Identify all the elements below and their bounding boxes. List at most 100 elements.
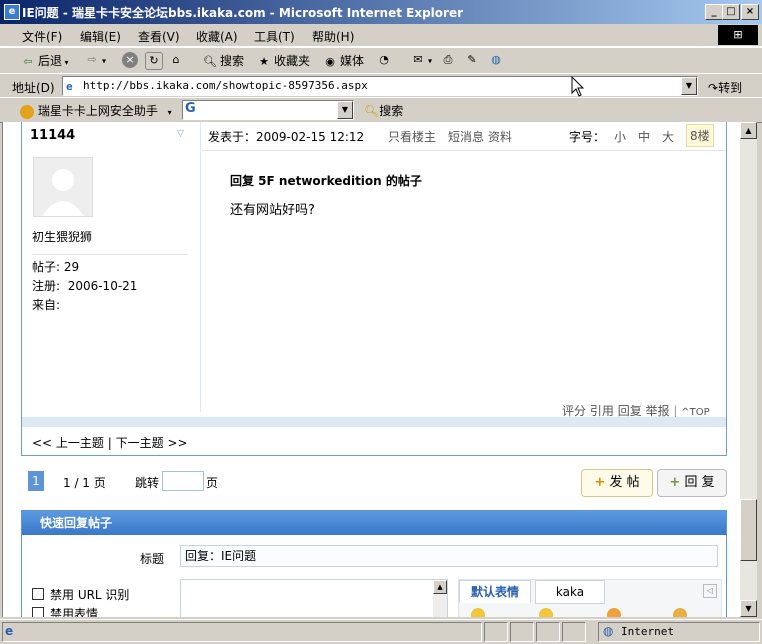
fontsize-medium[interactable]: 中 [638, 128, 650, 145]
reply-button[interactable]: + 回 复 [657, 469, 727, 497]
stop-icon: × [122, 52, 138, 68]
globe-icon: ◍ [491, 53, 501, 66]
stat-posts: 帖子: 29 [32, 260, 80, 274]
status-text-panel: e [2, 622, 482, 642]
go-button[interactable]: ↷转到 [708, 79, 742, 96]
page-done-icon: e [5, 624, 14, 638]
page-viewport: 11144 ▽ 初生猥猊狮 帖子: 29 注册: 2006-10-21 来自: … [2, 122, 741, 617]
page-current[interactable]: 1 [28, 471, 44, 491]
address-dropdown-icon[interactable]: ▼ [681, 77, 697, 95]
prev-topic-link[interactable]: << 上一主题 [32, 436, 104, 450]
reply-link[interactable]: 回复 [618, 404, 642, 418]
edit-button[interactable]: ✎ [464, 52, 482, 68]
close-button[interactable]: × [741, 4, 759, 20]
status-panel-3 [510, 622, 534, 642]
search-button[interactable]: 🔍︎ 搜索 [202, 52, 244, 70]
back-button[interactable]: ⇦ 后退 ▾ [20, 52, 68, 70]
home-icon: ⌂ [172, 53, 180, 66]
menu-edit[interactable]: 编辑(E) [80, 28, 121, 45]
chevron-left-icon[interactable]: ◁ [703, 584, 717, 598]
google-g-icon: G [185, 101, 196, 116]
fontsize-small[interactable]: 小 [614, 128, 626, 145]
jump-page-input[interactable] [162, 471, 204, 491]
profile-link[interactable]: 资料 [488, 128, 512, 145]
address-input[interactable]: e http://bbs.ikaka.com/showtopic-8597356… [62, 76, 698, 96]
smiley-icon[interactable] [539, 608, 553, 617]
menu-tools[interactable]: 工具(T) [254, 28, 295, 45]
disable-url-checkbox[interactable] [32, 588, 44, 600]
print-button[interactable]: ⎙ [440, 52, 458, 68]
google-dropdown-icon[interactable]: ▼ [337, 101, 353, 119]
zone-label: Internet [621, 625, 674, 638]
menu-favorites[interactable]: 收藏(A) [196, 28, 238, 45]
subject-input[interactable]: 回复：IE问题 [180, 545, 718, 567]
next-topic-link[interactable]: 下一主题 >> [116, 436, 188, 450]
status-panel-4 [536, 622, 560, 642]
helper-search-button[interactable]: 🔍︎搜索 [364, 102, 403, 119]
tab-kaka-smilies[interactable]: kaka [535, 580, 605, 604]
menu-help[interactable]: 帮助(H) [312, 28, 354, 45]
textarea-scroll-up-icon[interactable]: ▲ [433, 580, 447, 594]
tab-default-smilies[interactable]: 默认表情 [459, 580, 531, 603]
topic-nav: << 上一主题 | 下一主题 >> [32, 436, 188, 450]
home-button[interactable]: ⌂ [168, 52, 186, 68]
window-title: IE问题 - 瑞星卡卡安全论坛bbs.ikaka.com - Microsoft… [22, 6, 464, 20]
post-header: 发表于：2009-02-15 12:12 [208, 130, 365, 144]
mouse-cursor-icon [571, 76, 585, 97]
jump-label: 跳转 [135, 476, 160, 490]
fontsize-large[interactable]: 大 [662, 128, 674, 145]
message-textarea[interactable]: ▲ [180, 579, 448, 617]
header-divider [202, 150, 726, 151]
menu-file[interactable]: 文件(F) [22, 28, 62, 45]
favorites-button[interactable]: ★ 收藏夹 [256, 52, 310, 70]
report-link[interactable]: 举报 [646, 404, 670, 418]
smiley-icon[interactable] [607, 608, 621, 617]
page-summary: 1 / 1 页 [63, 476, 106, 490]
minimize-button[interactable]: _ [705, 4, 723, 20]
page-suffix: 页 [206, 476, 219, 490]
search-icon: 🔍︎ [203, 54, 217, 68]
stop-button[interactable]: × [122, 52, 140, 68]
forward-arrow-icon: ⇨ [87, 53, 97, 66]
vertical-scrollbar[interactable]: ▲ ▼ [740, 122, 757, 617]
disable-smilies-checkbox[interactable] [32, 607, 44, 617]
messenger-button[interactable]: ◍ [488, 52, 506, 68]
author-menu-icon[interactable]: ▽ [177, 129, 184, 139]
rising-shield-icon [20, 104, 34, 119]
quote-link[interactable]: 引用 [590, 404, 614, 418]
address-bar: 地址(D) e http://bbs.ikaka.com/showtopic-8… [0, 73, 762, 99]
rate-link[interactable]: 评分 [562, 404, 586, 418]
plus-icon: + [669, 475, 681, 490]
author-name[interactable]: 11144 [30, 128, 75, 143]
ie-icon: e [4, 4, 20, 20]
forward-button[interactable]: ⇨ ▾ [84, 52, 106, 68]
smiley-icon[interactable] [471, 608, 485, 617]
menu-view[interactable]: 查看(V) [138, 28, 180, 45]
status-panel-2 [484, 622, 508, 642]
smilies-panel: 默认表情 kaka ◁ [458, 579, 722, 617]
quick-reply-panel: 快速回复帖子 标题 回复：IE问题 禁用 URL 识别 禁用表情 ▲ 默认表情 … [21, 510, 727, 617]
only-op-link[interactable]: 只看楼主 [388, 128, 436, 145]
new-post-button[interactable]: + 发 帖 [581, 469, 653, 497]
status-panel-5 [562, 622, 586, 642]
refresh-button[interactable]: ↻ [145, 52, 165, 70]
author-panel: 11144 ▽ 初生猥猊狮 帖子: 29 注册: 2006-10-21 来自: [22, 122, 201, 412]
status-bar: e ◍ Internet [0, 619, 762, 644]
subject-label: 标题 [140, 552, 165, 566]
scroll-thumb[interactable] [740, 499, 757, 561]
smiley-icon[interactable] [673, 608, 687, 617]
scroll-up-icon[interactable]: ▲ [740, 122, 757, 139]
disable-smilies-label: 禁用表情 [50, 607, 99, 617]
history-button[interactable]: ◔ [376, 52, 394, 68]
author-stats: 帖子: 29 注册: 2006-10-21 来自: [32, 258, 137, 315]
post-date: 2009-02-15 12:12 [256, 130, 365, 144]
maximize-button[interactable]: □ [722, 4, 740, 20]
google-search-input[interactable]: G ▼ [182, 100, 354, 120]
media-button[interactable]: ◉ 媒体 [322, 52, 364, 70]
message-link[interactable]: 短消息 [448, 128, 484, 145]
internet-globe-icon: ◍ [603, 624, 614, 638]
mail-button[interactable]: ✉ ▾ [410, 52, 432, 68]
scroll-down-icon[interactable]: ▼ [740, 600, 757, 617]
mail-icon: ✉ [413, 53, 423, 66]
helper-menu[interactable]: 瑞星卡卡上网安全助手 ▾ [20, 102, 172, 119]
